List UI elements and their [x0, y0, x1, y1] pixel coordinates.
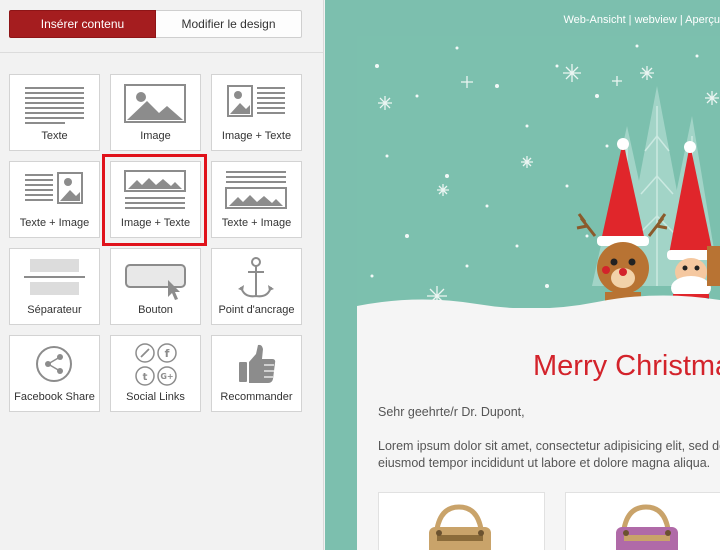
button-block-icon — [125, 264, 186, 300]
block-image-text[interactable]: Image + Texte — [211, 74, 302, 151]
web-view-links[interactable]: Web-Ansicht | webview | Aperçu — [563, 14, 720, 26]
email-editor: Insérer contenu Modifier le design Texte — [0, 0, 720, 550]
separator-block-icon — [24, 259, 85, 295]
block-label: Image + Texte — [221, 130, 292, 142]
block-anchor[interactable]: Point d'ancrage — [211, 248, 302, 325]
santa-illustration — [667, 141, 720, 312]
block-label: Texte + Image — [221, 217, 292, 229]
svg-text:t: t — [143, 372, 148, 383]
tab-insert-content[interactable]: Insérer contenu — [9, 10, 156, 38]
block-label: Social Links — [126, 391, 185, 403]
block-image-over-text[interactable]: Image + Texte — [110, 161, 201, 238]
block-label: Recommander — [220, 391, 293, 403]
image-text-block-icon — [227, 85, 285, 117]
email-greeting: Sehr geehrte/r Dr. Dupont, — [378, 405, 525, 419]
image-over-text-block-icon — [124, 170, 186, 209]
anchor-icon — [238, 257, 274, 298]
text-block-icon — [25, 87, 84, 124]
block-recommend[interactable]: Recommander — [211, 335, 302, 412]
block-label: Texte + Image — [19, 217, 90, 229]
block-label: Séparateur — [27, 304, 82, 316]
block-label: Image + Texte — [120, 217, 191, 229]
block-separator[interactable]: Séparateur — [9, 248, 100, 325]
block-text-over-image[interactable]: Texte + Image — [211, 161, 302, 238]
christmas-banner — [357, 36, 720, 312]
handbag-image — [429, 504, 491, 550]
text-image-block-icon — [25, 172, 83, 204]
block-image[interactable]: Image — [110, 74, 201, 151]
handbag-image — [616, 504, 678, 550]
email-content-card: Merry Christmas Sehr geehrte/r Dr. Dupon… — [357, 308, 720, 550]
block-button[interactable]: Bouton — [110, 248, 201, 325]
product-card[interactable] — [378, 492, 545, 550]
email-preview: Web-Ansicht | webview | Aperçu Merry Chr… — [325, 0, 720, 550]
image-block-icon — [124, 84, 186, 123]
share-icon — [36, 346, 72, 382]
email-title: Merry Christmas — [533, 350, 720, 382]
block-facebook-share[interactable]: Facebook Share — [9, 335, 100, 412]
tab-edit-design[interactable]: Modifier le design — [156, 10, 302, 38]
text-over-image-block-icon — [225, 171, 287, 209]
block-label: Image — [140, 130, 171, 142]
social-links-icon: f t G+ — [135, 343, 177, 386]
email-body-text: Lorem ipsum dolor sit amet, consectetur … — [378, 439, 720, 470]
block-label: Texte — [41, 130, 68, 142]
product-card[interactable] — [565, 492, 720, 550]
panel-tabs: Insérer contenu Modifier le design — [9, 10, 302, 38]
block-social-links[interactable]: f t G+ Social Links — [110, 335, 201, 412]
block-text-image[interactable]: Texte + Image — [9, 161, 100, 238]
block-label: Bouton — [138, 304, 173, 316]
block-label: Facebook Share — [14, 391, 95, 403]
christmas-illustration — [357, 44, 720, 312]
thumbs-up-icon — [239, 344, 276, 383]
panel-divider — [0, 52, 323, 53]
svg-text:f: f — [165, 347, 170, 360]
content-panel: Insérer contenu Modifier le design Texte — [0, 0, 324, 550]
block-text[interactable]: Texte — [9, 74, 100, 151]
block-label: Point d'ancrage — [218, 304, 295, 316]
svg-text:G+: G+ — [160, 372, 173, 381]
